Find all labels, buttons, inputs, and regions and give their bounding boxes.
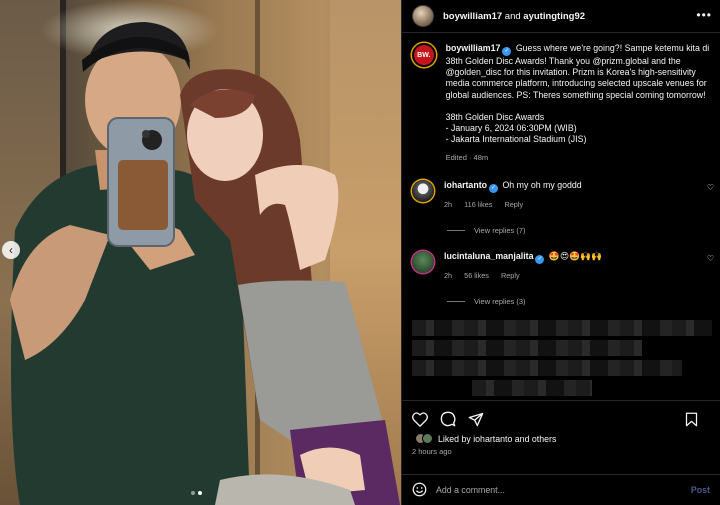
replies-divider: [447, 300, 465, 302]
verified-badge-icon: ✓: [535, 254, 545, 264]
commenter-username-link[interactable]: lucintaluna_manjalita: [444, 251, 533, 261]
post-actions: Liked by iohartanto and others 2 hours a…: [402, 400, 720, 504]
verified-badge-icon: ✓: [489, 183, 499, 193]
comment-like-heart-icon[interactable]: ♡: [707, 183, 714, 192]
author-avatar[interactable]: [412, 5, 434, 27]
commenter-username-link[interactable]: iohartanto: [444, 180, 487, 190]
commenter-avatar[interactable]: [412, 179, 434, 202]
liker-avatar: [422, 433, 433, 444]
comment-text: Oh my oh my goddd: [502, 179, 582, 190]
view-replies-button[interactable]: View replies (3): [447, 297, 720, 306]
liked-by-text: Liked by iohartanto and others: [438, 433, 557, 444]
caption: BW. boywilliam17 ✓ Guess where we're goin…: [402, 38, 720, 163]
carousel-dots: [191, 491, 202, 495]
post-authors: boywilliam17 and ayutingting92: [443, 11, 585, 22]
blurred-comment: [412, 340, 642, 356]
comment-text: 🤩😍🤩🙌🙌: [548, 250, 602, 261]
couple-mirror-selfie-illustration: [10, 22, 400, 505]
view-replies-label: View replies (7): [474, 225, 526, 235]
comment-time: 2h: [444, 199, 453, 209]
comment-item: iohartanto ✓ Oh my oh my goddd 2h 116 lik…: [402, 179, 720, 209]
comment-likes-link[interactable]: 116 likes: [464, 200, 492, 209]
caption-avatar[interactable]: BW.: [412, 43, 436, 67]
view-replies-button[interactable]: View replies (7): [447, 226, 720, 235]
coauthor-username-link[interactable]: ayutingting92: [523, 11, 585, 22]
carousel-dot: [191, 491, 195, 495]
carousel-prev-button[interactable]: ‹: [2, 241, 20, 259]
comment-likes-link[interactable]: 56 likes: [464, 271, 489, 280]
comment-item: lucintaluna_manjalita ✓ 🤩😍🤩🙌🙌 2h 56 likes…: [402, 250, 720, 280]
commenter-avatar[interactable]: [412, 250, 434, 273]
emoji-smiley-icon[interactable]: [412, 482, 427, 497]
comments-scroll-area[interactable]: BW. boywilliam17 ✓ Guess where we're goin…: [402, 38, 720, 400]
more-options-icon[interactable]: •••: [696, 8, 712, 22]
and-text: and: [504, 10, 521, 22]
blurred-comment: [412, 320, 712, 336]
comment-reply-button[interactable]: Reply: [504, 200, 523, 209]
comment-time: 2h: [444, 270, 453, 280]
carousel-dot-active: [198, 491, 202, 495]
replies-divider: [447, 229, 465, 231]
blurred-comment: [412, 360, 682, 376]
comment-like-heart-icon[interactable]: ♡: [707, 254, 714, 263]
share-paper-plane-icon[interactable]: [468, 412, 484, 427]
comment-reply-button[interactable]: Reply: [501, 271, 520, 280]
save-bookmark-icon[interactable]: [685, 412, 698, 427]
verified-badge-icon: ✓: [502, 47, 512, 56]
caption-text: Guess where we're going?! Sampe ketemu k…: [445, 43, 710, 145]
post-time-ago[interactable]: 2 hours ago: [402, 444, 720, 456]
blurred-comment: [472, 380, 592, 396]
add-comment-input[interactable]: Add a comment...: [436, 485, 691, 495]
caption-meta: Edited · 48m: [445, 152, 489, 162]
post-comment-button[interactable]: Post: [691, 485, 710, 495]
caption-username-link[interactable]: boywilliam17: [446, 43, 501, 53]
view-replies-label: View replies (3): [474, 296, 526, 306]
comment-bubble-icon[interactable]: [440, 411, 456, 427]
add-comment-bar: Add a comment... Post: [402, 474, 720, 504]
post-photo[interactable]: ‹: [0, 0, 401, 505]
author-username-link[interactable]: boywilliam17: [443, 11, 502, 22]
post-header: boywilliam17 and ayutingting92 •••: [402, 0, 720, 33]
post-side-panel: boywilliam17 and ayutingting92 ••• BW. b…: [401, 0, 720, 505]
like-heart-icon[interactable]: [412, 411, 428, 427]
instagram-post-modal: ‹ boywilliam17 and ayutingting92 ••• BW.…: [0, 0, 720, 505]
liked-by[interactable]: Liked by iohartanto and others: [402, 429, 720, 444]
